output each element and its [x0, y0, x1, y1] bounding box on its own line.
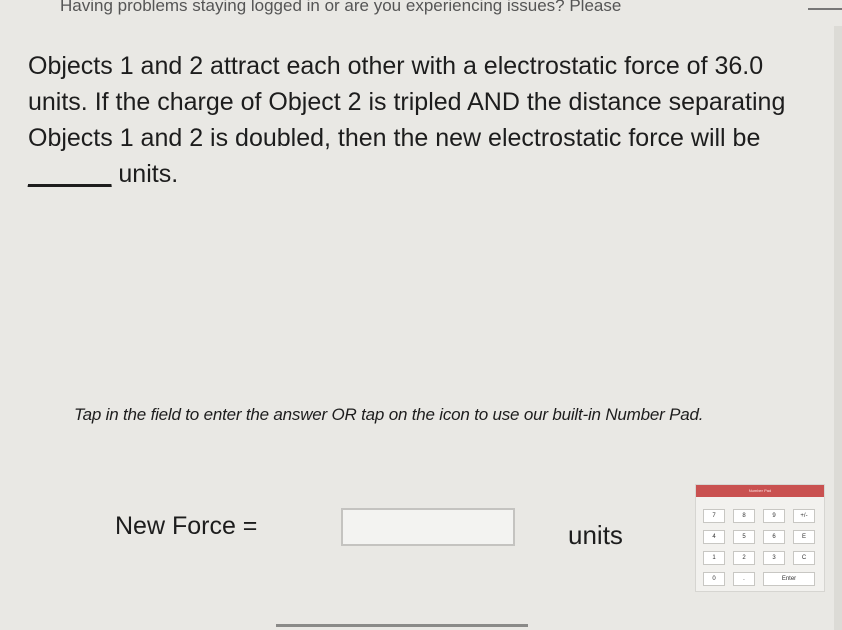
numpad-key[interactable]: E: [793, 530, 815, 544]
number-pad-icon[interactable]: Number Pad 7 8 9 +/- 4 5 6 E 1 2 3 C 0. Enter: [695, 484, 825, 592]
numpad-key[interactable]: +/-: [793, 509, 815, 523]
numpad-key[interactable]: 0: [703, 572, 725, 586]
numpad-key[interactable]: 1: [703, 551, 725, 565]
scrollbar-track[interactable]: [834, 26, 842, 630]
banner-divider: [808, 8, 842, 10]
answer-blank: ______: [28, 160, 112, 188]
numpad-enter-key[interactable]: Enter: [763, 572, 815, 586]
number-pad-caption: [696, 497, 824, 507]
numpad-key[interactable]: 8: [733, 509, 755, 523]
number-pad-title: Number Pad: [696, 485, 824, 497]
question-text-after: units.: [111, 160, 179, 188]
login-problem-banner[interactable]: Having problems staying logged in or are…: [60, 0, 820, 18]
question-text-before: Objects 1 and 2 attract each other with …: [28, 52, 786, 152]
numpad-key[interactable]: 6: [763, 530, 785, 544]
numpad-key[interactable]: 2: [733, 551, 755, 565]
numpad-key[interactable]: 5: [733, 530, 755, 544]
numpad-key[interactable]: .: [733, 572, 755, 586]
new-force-label: New Force =: [115, 512, 258, 540]
question-text: Objects 1 and 2 attract each other with …: [28, 48, 818, 192]
numpad-key[interactable]: C: [793, 551, 815, 565]
numpad-key[interactable]: 3: [763, 551, 785, 565]
input-hint: Tap in the field to enter the answer OR …: [74, 405, 704, 424]
answer-input[interactable]: [341, 508, 515, 546]
numpad-key[interactable]: 4: [703, 530, 725, 544]
numpad-key[interactable]: 9: [763, 509, 785, 523]
number-pad-keys: 7 8 9 +/- 4 5 6 E 1 2 3 C 0. Enter: [696, 507, 824, 588]
units-label: units: [568, 520, 623, 550]
bottom-divider: [276, 624, 528, 627]
numpad-key[interactable]: 7: [703, 509, 725, 523]
